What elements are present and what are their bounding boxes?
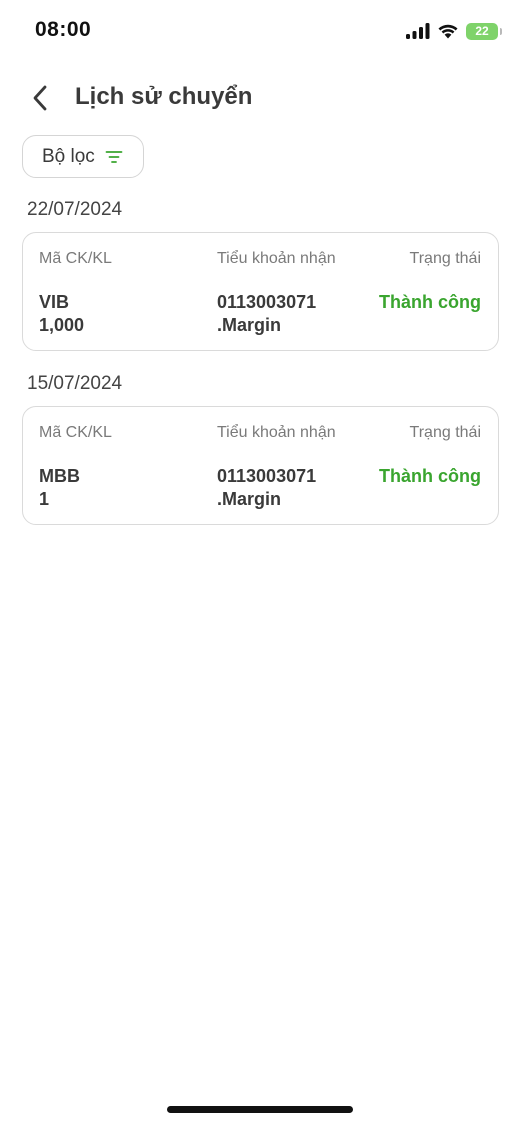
- home-indicator[interactable]: [167, 1106, 353, 1113]
- transfer-card[interactable]: Mã CK/KL Tiểu khoản nhận Trạng thái VIB …: [22, 232, 499, 351]
- wifi-icon: [438, 24, 458, 39]
- symbol-quantity: VIB 1,000: [39, 291, 84, 337]
- account-type: .Margin: [217, 315, 282, 335]
- column-header-status: Trạng thái: [409, 424, 481, 441]
- quantity: 1: [39, 489, 50, 509]
- receiving-account: 0113003071 .Margin: [217, 465, 316, 511]
- filter-button[interactable]: Bộ lọc: [22, 135, 144, 178]
- filter-icon: [105, 150, 123, 163]
- transfer-card[interactable]: Mã CK/KL Tiểu khoản nhận Trạng thái MBB …: [22, 406, 499, 525]
- nav-header: Lịch sử chuyển: [0, 72, 520, 124]
- quantity: 1,000: [39, 315, 85, 335]
- battery-level: 22: [475, 24, 489, 38]
- column-header-symbol: Mã CK/KL: [39, 250, 112, 267]
- column-header-account: Tiểu khoản nhận: [217, 424, 336, 441]
- status-bar: 08:00 22: [0, 0, 520, 60]
- battery-icon: 22: [466, 22, 502, 40]
- account-number: 0113003071: [217, 292, 317, 312]
- symbol-quantity: MBB 1: [39, 465, 80, 511]
- column-header-status: Trạng thái: [409, 250, 481, 267]
- stock-symbol: MBB: [39, 466, 80, 486]
- account-type: .Margin: [217, 489, 282, 509]
- account-number: 0113003071: [217, 466, 317, 486]
- date-group-label: 15/07/2024: [27, 373, 123, 394]
- receiving-account: 0113003071 .Margin: [217, 291, 316, 337]
- status-time: 08:00: [35, 18, 92, 41]
- status-icons: 22: [406, 20, 502, 42]
- column-header-symbol: Mã CK/KL: [39, 424, 112, 441]
- status-badge: Thành công: [379, 292, 481, 312]
- back-button[interactable]: [22, 80, 58, 116]
- column-header-account: Tiểu khoản nhận: [217, 250, 336, 267]
- stock-symbol: VIB: [39, 292, 70, 312]
- page-title: Lịch sử chuyển: [75, 83, 253, 110]
- chevron-left-icon: [33, 85, 47, 111]
- cellular-signal-icon: [406, 23, 430, 39]
- date-group-label: 22/07/2024: [27, 199, 123, 220]
- filter-label: Bộ lọc: [42, 145, 95, 167]
- status-badge: Thành công: [379, 466, 481, 486]
